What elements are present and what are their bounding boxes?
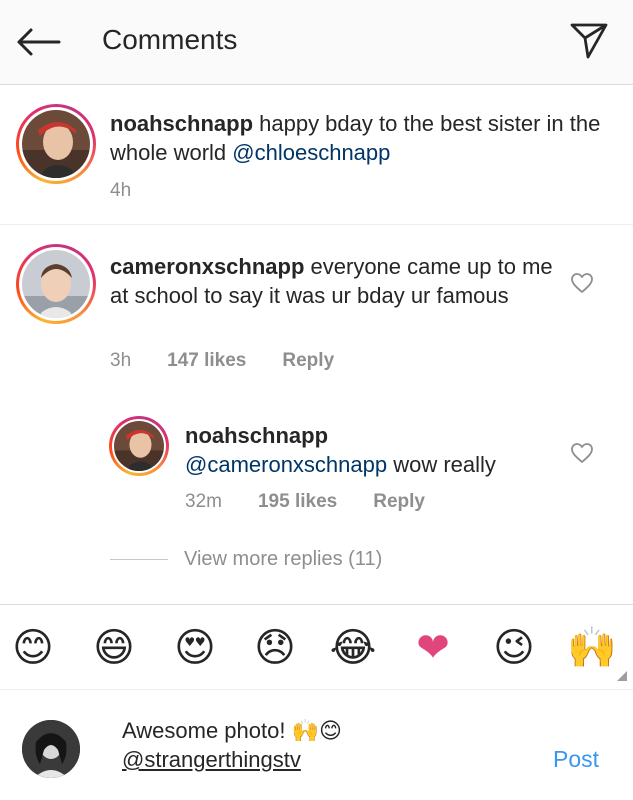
mention-link[interactable]: @cameronxschnapp [185,452,387,477]
avatar[interactable] [109,416,169,476]
tagged-user: @strangerthingstv [122,747,301,772]
avatar[interactable] [16,104,96,184]
caption: noahschnapp happy bday to the best siste… [0,85,633,225]
reply-button[interactable]: Reply [373,491,425,513]
comment-username[interactable]: noahschnapp [110,111,253,136]
share-button[interactable] [563,16,615,66]
emoji-button[interactable]: 😄 [89,623,139,673]
caption-meta: 4h [110,180,131,202]
heart-outline-icon [571,273,593,293]
comment-body: wow really [387,452,496,477]
page-title: Comments [102,24,238,55]
avatar-photo-cameronxschnapp [22,250,90,318]
emoji-button[interactable]: 😊 [8,623,58,673]
like-button[interactable] [567,268,597,298]
avatar-photo-self [22,720,80,778]
view-more-replies[interactable]: View more replies (11) [110,548,382,571]
mention-link[interactable]: @chloeschnapp [232,140,390,165]
back-button[interactable] [10,18,66,66]
arrow-left-icon [17,28,61,56]
comment-input[interactable]: Awesome photo! 🙌😊 @strangerthingstv [122,716,522,774]
comment-input-text: Awesome photo! 🙌😊 [122,718,342,743]
timestamp: 4h [110,180,132,201]
timestamp: 32m [185,491,222,512]
timestamp: 3h [110,350,132,371]
paper-plane-icon [570,23,608,59]
likes-count[interactable]: 147 likes [167,350,246,372]
header-bar: Comments [0,0,633,85]
avatar [22,720,80,778]
heart-outline-icon [571,443,593,463]
comment-username[interactable]: cameronxschnapp [110,254,304,279]
avatar[interactable] [16,244,96,324]
emoji-button[interactable]: ❤ [408,623,458,673]
post-button[interactable]: Post [553,746,599,773]
emoji-button[interactable]: 😉 [489,623,539,673]
caption-text: noahschnapp happy bday to the best siste… [110,109,610,167]
emoji-quick-bar: 😊 😄 😍 😞 😂 ❤ 😉 🙌 [0,604,633,690]
like-button[interactable] [567,438,597,468]
reply-button[interactable]: Reply [282,350,334,372]
comment-composer: Awesome photo! 🙌😊 @strangerthingstv Post [0,690,633,800]
comment-meta: 32m 195 likes Reply [185,491,425,513]
emoji-button[interactable]: 😂 [328,623,378,673]
comment-meta: 3h 147 likes Reply [110,350,334,372]
likes-count[interactable]: 195 likes [258,491,337,513]
emoji-button[interactable]: 🙌 [567,623,617,673]
comment-text: noahschnapp @cameronxschnapp wow really [185,421,565,479]
divider [110,559,168,560]
view-more-label: View more replies (11) [184,548,383,570]
avatar-photo-noahschnapp [114,421,164,471]
comment-username[interactable]: noahschnapp [185,423,328,448]
emoji-button[interactable]: 😞 [250,623,300,673]
comment-text: cameronxschnapp everyone came up to me a… [110,252,560,310]
avatar-photo-noahschnapp [22,110,90,178]
emoji-button[interactable]: 😍 [170,623,220,673]
resize-corner-icon [617,671,627,681]
